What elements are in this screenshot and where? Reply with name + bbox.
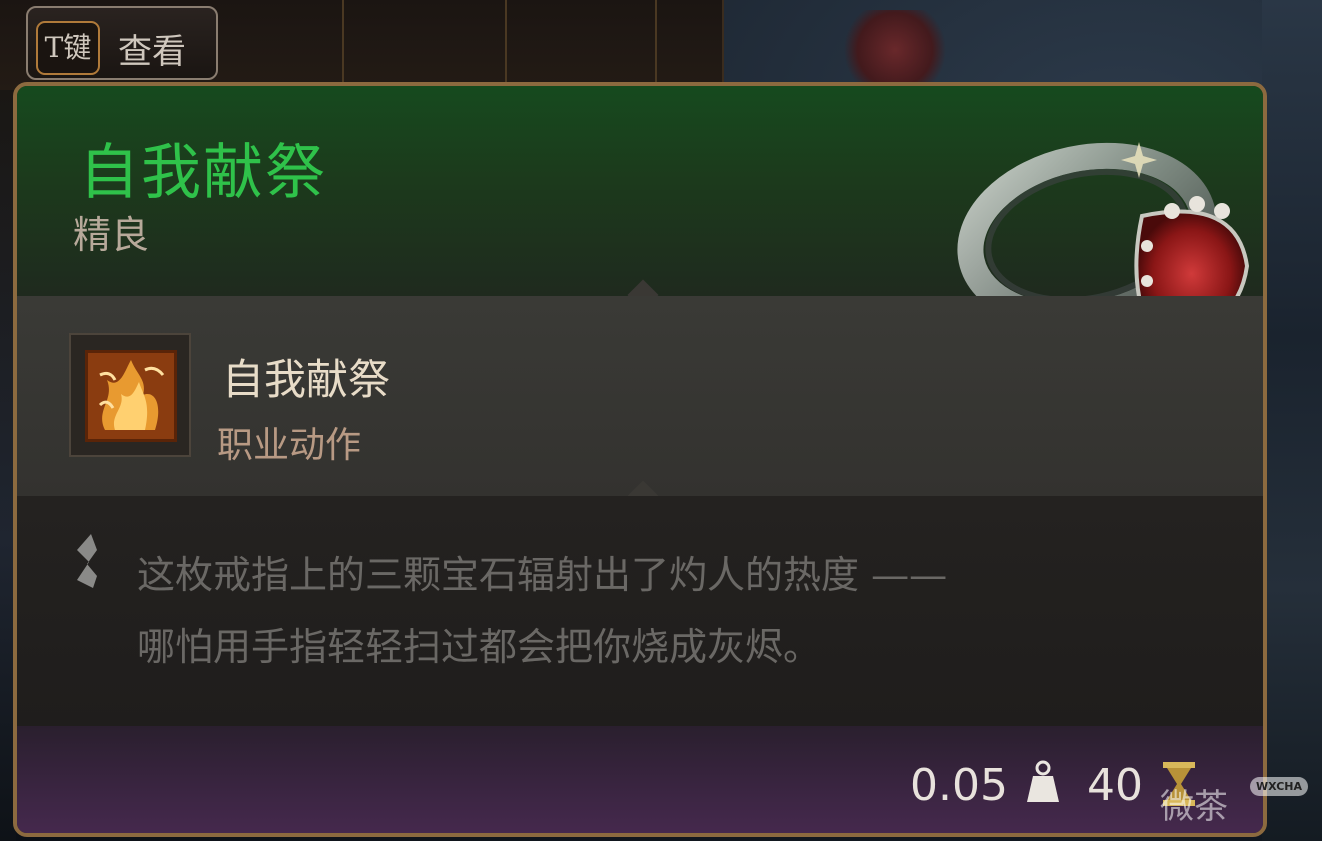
watermark-text: 微茶 [1160, 787, 1228, 827]
weight-icon [1027, 760, 1059, 802]
keybind-badge: T键 [36, 21, 100, 75]
description-line: 这枚戒指上的三颗宝石辐射出了灼人的热度 —— [137, 553, 948, 597]
background-scene [1262, 0, 1322, 841]
item-rarity: 精良 [73, 213, 150, 257]
watermark: 微茶 WXCHA [1160, 775, 1310, 827]
flame-scroll-icon [85, 350, 177, 442]
examine-hint[interactable]: T键 查看 [26, 6, 218, 80]
examine-label: 查看 [118, 32, 186, 72]
item-description: 这枚戒指上的三颗宝石辐射出了灼人的热度 —— 哪怕用手指轻轻扫过都会把你烧成灰烬… [17, 496, 1263, 726]
item-stats-footer: 0.05 40 [17, 726, 1263, 833]
watermark-badge: WXCHA [1250, 777, 1309, 796]
description-line: 哪怕用手指轻轻扫过都会把你烧成灰烬。 [137, 625, 822, 669]
quote-marker-icon [77, 534, 97, 588]
action-icon-frame[interactable] [69, 333, 191, 457]
toolbar-divider [505, 0, 507, 90]
action-name: 自我献祭 [222, 355, 391, 404]
item-name: 自我献祭 [79, 138, 327, 208]
price-value: 40 [1087, 760, 1143, 811]
toolbar-divider [655, 0, 657, 90]
background-flowers [840, 10, 950, 90]
item-tooltip: 自我献祭 精良 自我献祭 职业动作 这枚戒指上的三颗宝石辐射出了灼人的热度 ——… [13, 82, 1267, 837]
granted-action: 自我献祭 职业动作 [17, 296, 1263, 496]
weight-value: 0.05 [910, 760, 1008, 811]
action-type: 职业动作 [217, 425, 362, 466]
toolbar-divider [342, 0, 344, 90]
